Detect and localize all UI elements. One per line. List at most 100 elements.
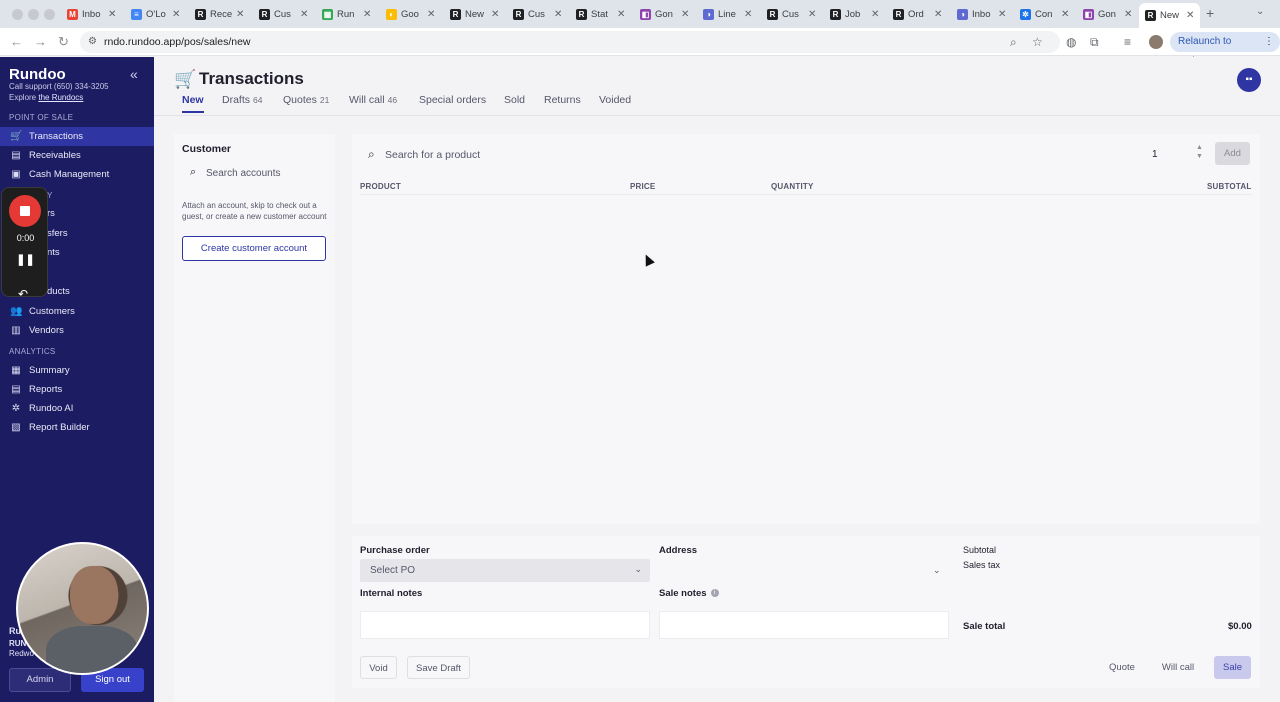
tab-will-call[interactable]: Will call 46: [349, 94, 397, 106]
collapse-sidebar-icon[interactable]: «: [130, 66, 138, 82]
browser-tab[interactable]: R Job ✕: [830, 5, 879, 23]
sidebar-item-report-builder[interactable]: ▧ Report Builder: [0, 418, 154, 437]
window-zoom-dot[interactable]: [44, 9, 55, 20]
window-minimize-dot[interactable]: [28, 9, 39, 20]
tab-close-icon[interactable]: ✕: [871, 9, 879, 20]
tab-sold[interactable]: Sold: [504, 94, 525, 106]
bookmark-star-icon[interactable]: ☆: [1032, 35, 1043, 49]
browser-tab[interactable]: ◐ Goo ✕: [386, 5, 435, 23]
tabs-divider: [154, 115, 1280, 116]
browser-tab[interactable]: ◑ Line ✕: [703, 5, 752, 23]
add-product-button[interactable]: Add: [1215, 142, 1250, 165]
tab-close-icon[interactable]: ✕: [172, 9, 180, 20]
tab-close-icon[interactable]: ✕: [1124, 9, 1132, 20]
tab-close-icon[interactable]: ✕: [1186, 10, 1194, 21]
reload-icon[interactable]: ↻: [58, 34, 69, 50]
sidebar-item-customers[interactable]: 👥 Customers: [0, 302, 154, 321]
tab-close-icon[interactable]: ✕: [108, 9, 116, 20]
forward-icon[interactable]: →: [34, 34, 47, 49]
address-bar[interactable]: ⚙ rndo.rundoo.app/pos/sales/new ⌕ ☆: [80, 31, 1060, 53]
product-search-input[interactable]: Search for a product: [385, 149, 480, 161]
search-accounts-input[interactable]: ⌕ Search accounts: [182, 162, 327, 184]
browser-tab[interactable]: ◑ Inbo ✕: [957, 5, 1006, 23]
tab-close-icon[interactable]: ✕: [300, 9, 308, 20]
tab-close-icon[interactable]: ✕: [1061, 9, 1069, 20]
rundocs-link[interactable]: the Rundocs: [38, 93, 83, 102]
tab-quotes[interactable]: Quotes 21: [283, 94, 329, 106]
url-text[interactable]: rndo.rundoo.app/pos/sales/new: [104, 36, 251, 48]
back-icon[interactable]: ←: [10, 34, 23, 49]
profile-avatar[interactable]: [1149, 35, 1163, 49]
pause-icon[interactable]: ❚❚: [2, 253, 49, 266]
browser-tab[interactable]: R Rece ✕: [195, 5, 244, 23]
tab-new[interactable]: New: [182, 94, 204, 106]
quantity-input[interactable]: 1: [1152, 149, 1158, 160]
sidebar-item-label: Receivables: [29, 150, 81, 161]
sidebar-item-receivables[interactable]: ▤ Receivables: [0, 146, 154, 165]
tab-drafts[interactable]: Drafts 64: [222, 94, 262, 106]
sidebar-item-vendors[interactable]: ▥ Vendors: [0, 321, 154, 340]
sidebar-item-summary[interactable]: ▦ Summary: [0, 361, 154, 380]
create-customer-account-button[interactable]: Create customer account: [182, 236, 326, 261]
stop-recording-icon[interactable]: [9, 195, 41, 227]
browser-tab[interactable]: ◧ Gon ✕: [1083, 5, 1132, 23]
brand-logo[interactable]: Rundoo: [9, 66, 66, 83]
purchase-order-select[interactable]: Select PO ⌄: [360, 559, 650, 582]
site-info-icon[interactable]: ⚙: [88, 36, 97, 47]
new-tab-icon[interactable]: +: [1206, 5, 1214, 21]
extensions-puzzle-icon[interactable]: ⧉: [1090, 35, 1099, 50]
tab-close-icon[interactable]: ✕: [554, 9, 562, 20]
browser-tab[interactable]: R Stat ✕: [576, 5, 625, 23]
tab-close-icon[interactable]: ✕: [363, 9, 371, 20]
address-chevron-down-icon[interactable]: ⌄: [933, 565, 941, 576]
sale-notes-field[interactable]: [659, 611, 949, 639]
browser-tab[interactable]: ▦ Run ✕: [322, 5, 371, 23]
tab-returns[interactable]: Returns: [544, 94, 581, 106]
browser-tab[interactable]: ◧ Gon ✕: [640, 5, 689, 23]
undo-icon[interactable]: ↶: [18, 287, 28, 301]
tab-special-orders[interactable]: Special orders: [419, 94, 486, 106]
tab-search-chevron-icon[interactable]: ⌄: [1256, 6, 1264, 17]
tab-favicon-icon: ◧: [640, 8, 651, 20]
void-button[interactable]: Void: [360, 656, 397, 679]
browser-tab[interactable]: ✲ Con ✕: [1020, 5, 1069, 23]
browser-tab[interactable]: R Cus ✕: [767, 5, 816, 23]
internal-notes-field[interactable]: [360, 611, 650, 639]
sale-button[interactable]: Sale: [1214, 656, 1251, 679]
tab-close-icon[interactable]: ✕: [681, 9, 689, 20]
tab-close-icon[interactable]: ✕: [427, 9, 435, 20]
info-icon[interactable]: i: [710, 589, 719, 598]
browser-tab[interactable]: R New ✕: [1139, 3, 1201, 28]
save-draft-button[interactable]: Save Draft: [407, 656, 470, 679]
sidebar-item-transactions[interactable]: 🛒 Transactions: [0, 127, 154, 146]
browser-tab[interactable]: M Inbo ✕: [67, 5, 116, 23]
window-close-dot[interactable]: [12, 9, 23, 20]
quantity-stepper-icon[interactable]: ▲ ▼: [1196, 143, 1203, 161]
relaunch-button[interactable]: Relaunch to update ⋮: [1170, 32, 1280, 67]
tab-title: Gon: [1098, 8, 1116, 20]
zoom-icon[interactable]: ⌕: [1010, 35, 1017, 50]
browser-tab[interactable]: R New ✕: [450, 5, 499, 23]
tab-close-icon[interactable]: ✕: [998, 9, 1006, 20]
media-control-icon[interactable]: ≡: [1124, 35, 1131, 49]
will-call-button[interactable]: Will call: [1153, 656, 1203, 679]
extension-icon[interactable]: ◍: [1066, 35, 1076, 49]
browser-tab[interactable]: R Cus ✕: [259, 5, 308, 23]
sidebar-item-cash-management[interactable]: ▣ Cash Management: [0, 165, 154, 184]
tab-close-icon[interactable]: ✕: [491, 9, 499, 20]
cash-icon: ▣: [11, 169, 21, 180]
browser-tab[interactable]: R Ord ✕: [893, 5, 942, 23]
tab-close-icon[interactable]: ✕: [617, 9, 625, 20]
tab-close-icon[interactable]: ✕: [934, 9, 942, 20]
browser-tab[interactable]: ≡ O'Lo ✕: [131, 5, 180, 23]
browser-tab[interactable]: R Cus ✕: [513, 5, 562, 23]
sidebar-item-reports[interactable]: ▤ Reports: [0, 380, 154, 399]
quote-button[interactable]: Quote: [1100, 656, 1144, 679]
chat-icon[interactable]: ▪▪: [1237, 68, 1261, 92]
tab-voided[interactable]: Voided: [599, 94, 631, 106]
sidebar-item-rundoo-ai[interactable]: ✲ Rundoo AI: [0, 399, 154, 418]
tab-close-icon[interactable]: ✕: [808, 9, 816, 20]
tab-close-icon[interactable]: ✕: [744, 9, 752, 20]
browser-menu-icon[interactable]: ⋮: [1264, 32, 1274, 52]
tab-close-icon[interactable]: ✕: [236, 9, 244, 20]
